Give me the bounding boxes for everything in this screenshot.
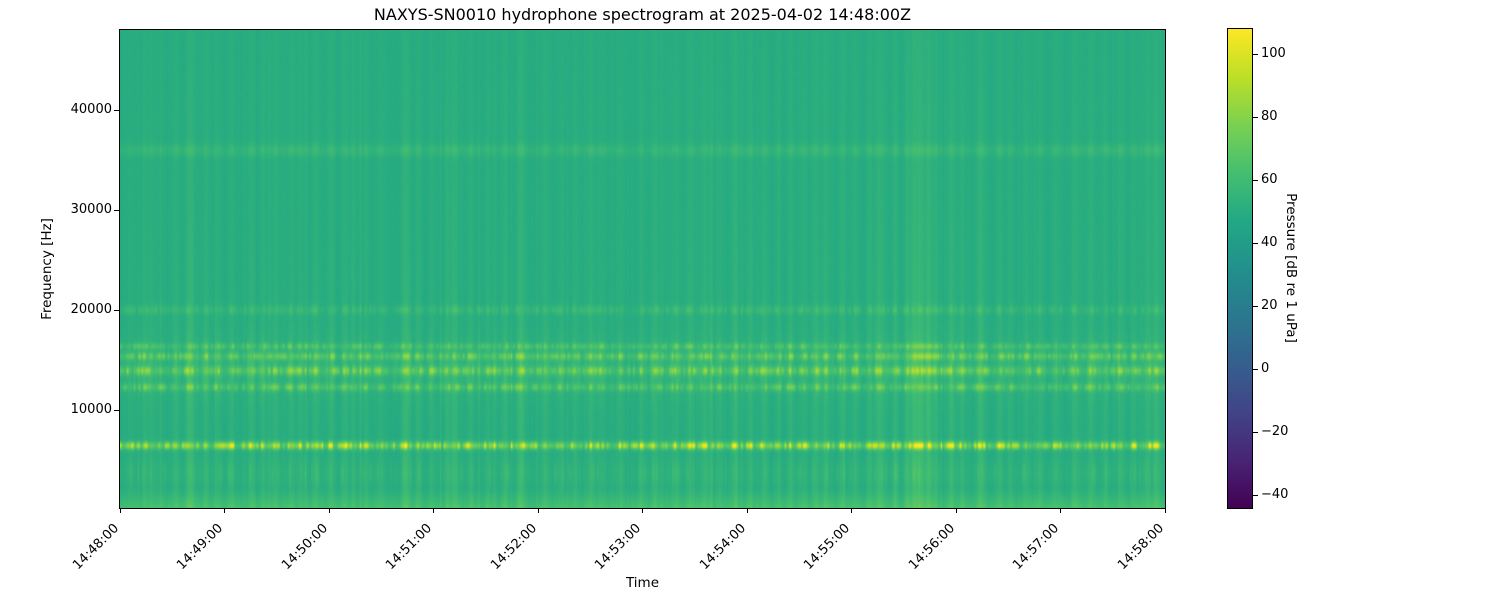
x-tick-mark	[746, 509, 748, 513]
x-tick-label: 14:50:00	[278, 521, 331, 573]
colorbar-tick-mark	[1253, 116, 1258, 118]
x-tick-mark	[642, 509, 643, 513]
colorbar-tick-label: 20	[1261, 298, 1278, 314]
colorbar-tick-mark	[1253, 305, 1258, 307]
colorbar-tick-mark	[1253, 179, 1258, 181]
x-tick-label: 14:55:00	[801, 521, 854, 573]
colorbar-tick-label: −20	[1261, 424, 1289, 440]
x-tick-mark	[328, 509, 330, 513]
x-tick-label: 14:48:00	[69, 521, 122, 573]
colorbar-tick-label: 0	[1261, 361, 1270, 377]
x-tick-label: 14:57:00	[1010, 521, 1063, 573]
chart-title: NAXYS-SN0010 hydrophone spectrogram at 2…	[373, 5, 912, 24]
y-tick-label: 20000	[70, 302, 112, 317]
spectrogram-figure: NAXYS-SN0010 hydrophone spectrogram at 2…	[0, 0, 1500, 600]
y-tick-mark	[114, 309, 119, 311]
colorbar-tick-mark	[1253, 242, 1258, 244]
y-tick-label: 30000	[70, 202, 112, 217]
y-axis-label: Frequency [Hz]	[39, 218, 55, 320]
y-tick-mark	[114, 109, 119, 111]
colorbar-tick-label: 80	[1261, 109, 1278, 125]
x-tick-label: 14:58:00	[1114, 521, 1167, 573]
x-tick-mark	[851, 509, 852, 513]
x-tick-label: 14:52:00	[487, 521, 540, 573]
x-tick-label: 14:56:00	[905, 521, 958, 573]
x-tick-mark	[119, 509, 121, 513]
colorbar-tick-label: 40	[1261, 235, 1278, 251]
colorbar-tick-mark	[1253, 53, 1258, 55]
x-tick-mark	[1060, 509, 1061, 513]
x-tick-label: 14:53:00	[592, 521, 645, 573]
x-tick-label: 14:54:00	[696, 521, 749, 573]
colorbar-label: Pressure [dB re 1 uPa]	[1283, 193, 1299, 343]
colorbar-tick-label: 100	[1261, 46, 1286, 62]
x-axis-label: Time	[625, 575, 660, 591]
x-tick-mark	[1164, 509, 1166, 513]
x-tick-label: 14:49:00	[174, 521, 227, 573]
x-tick-mark	[537, 509, 539, 513]
y-tick-label: 10000	[70, 402, 112, 417]
x-tick-mark	[224, 509, 225, 513]
x-tick-label: 14:51:00	[383, 521, 436, 573]
y-tick-mark	[114, 209, 119, 211]
y-tick-label: 40000	[70, 102, 112, 117]
colorbar-tick-mark	[1253, 368, 1258, 370]
spectrogram-heatmap	[120, 30, 1165, 508]
colorbar-tick-mark	[1253, 494, 1258, 496]
plot-area	[119, 29, 1166, 509]
colorbar-tick-label: −40	[1261, 487, 1289, 503]
colorbar-tick-mark	[1253, 431, 1258, 433]
colorbar-tick-label: 60	[1261, 172, 1278, 188]
colorbar	[1227, 28, 1253, 509]
y-tick-mark	[114, 409, 119, 411]
x-tick-mark	[433, 509, 434, 513]
x-tick-mark	[955, 509, 957, 513]
